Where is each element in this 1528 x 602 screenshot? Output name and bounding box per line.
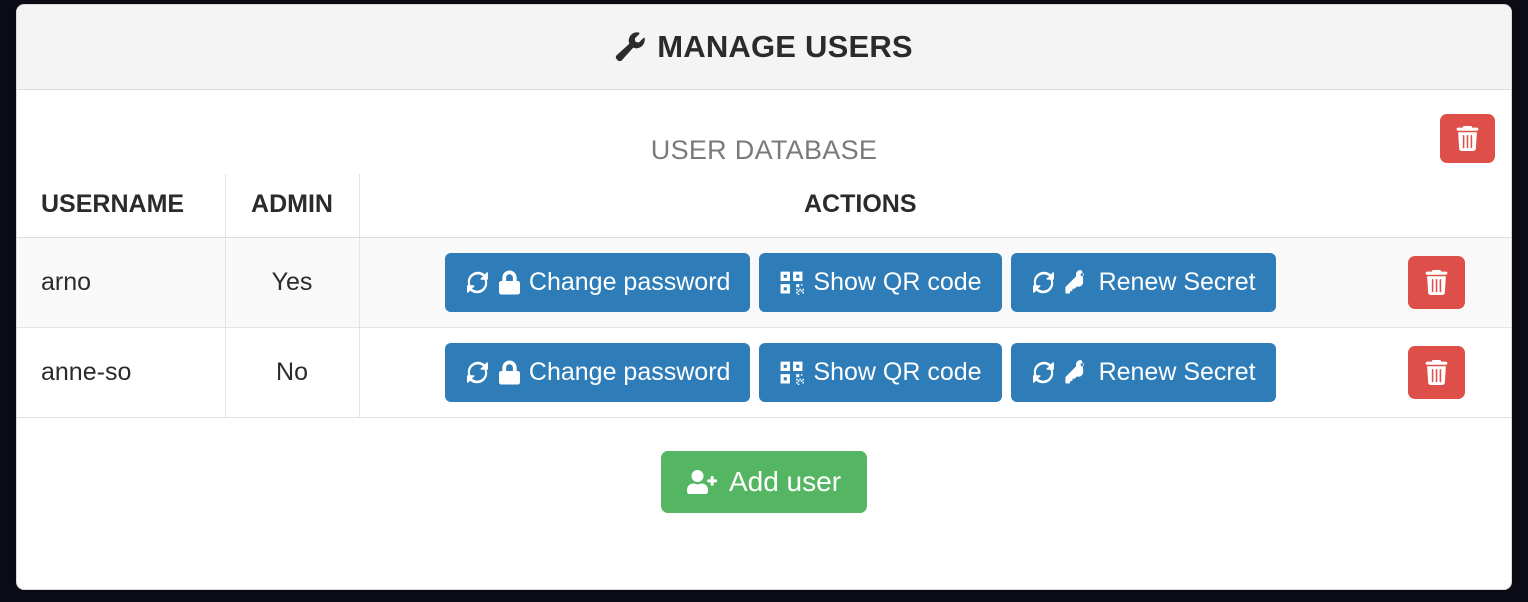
- column-header-actions: ACTIONS: [359, 174, 1361, 238]
- column-header-admin: ADMIN: [225, 174, 360, 238]
- actions-group: Change password Show QR code Renew Secre…: [366, 253, 1356, 312]
- cell-username: arno: [17, 237, 226, 328]
- button-label: Change password: [528, 358, 731, 386]
- button-label: Change password: [528, 268, 731, 296]
- cell-username: anne-so: [17, 327, 226, 418]
- show-qr-code-button[interactable]: Show QR code: [759, 253, 1002, 312]
- actions-group: Change password Show QR code Renew Secre…: [366, 343, 1356, 402]
- cell-admin: Yes: [225, 237, 360, 328]
- cell-delete: [1361, 237, 1511, 328]
- user-plus-icon: [686, 468, 717, 496]
- page-title: MANAGE USERS: [615, 29, 913, 65]
- column-header-delete: [1361, 174, 1511, 238]
- table-head: USERNAME ADMIN ACTIONS: [17, 174, 1511, 238]
- table-body: arno Yes Change password Show QR code Re…: [17, 237, 1511, 418]
- user-table-wrapper: USERNAME ADMIN ACTIONS arno Yes Change p…: [17, 174, 1511, 418]
- panel-title-text: MANAGE USERS: [657, 29, 913, 64]
- renew-secret-button[interactable]: Renew Secret: [1010, 343, 1276, 402]
- cell-actions: Change password Show QR code Renew Secre…: [359, 237, 1361, 328]
- manage-users-panel: MANAGE USERS USER DATABASE USERNAME ADMI…: [16, 4, 1512, 590]
- cell-actions: Change password Show QR code Renew Secre…: [359, 327, 1361, 418]
- key-icon: [1064, 360, 1090, 385]
- table-header-row: USERNAME ADMIN ACTIONS: [17, 174, 1511, 238]
- add-user-button[interactable]: Add user: [660, 451, 868, 513]
- panel-body: USER DATABASE USERNAME ADMIN ACTIONS arn…: [17, 90, 1511, 553]
- refresh-icon: [465, 270, 490, 295]
- button-label: Show QR code: [813, 358, 982, 386]
- column-header-username: USERNAME: [17, 174, 226, 238]
- button-label: Renew Secret: [1098, 358, 1256, 386]
- refresh-icon: [1031, 270, 1056, 295]
- table-row: anne-so No Change password Show QR code …: [17, 327, 1511, 418]
- delete-user-button[interactable]: [1407, 346, 1465, 399]
- wrench-icon: [615, 32, 646, 62]
- lock-icon: [498, 270, 520, 295]
- refresh-icon: [1031, 360, 1056, 385]
- delete-user-button[interactable]: [1407, 256, 1465, 309]
- cell-admin: No: [225, 327, 360, 418]
- delete-database-button[interactable]: [1440, 114, 1495, 163]
- user-database-table: USERNAME ADMIN ACTIONS arno Yes Change p…: [17, 174, 1511, 418]
- renew-secret-button[interactable]: Renew Secret: [1010, 253, 1276, 312]
- trash-icon: [1424, 270, 1449, 295]
- change-password-button[interactable]: Change password: [444, 343, 751, 402]
- key-icon: [1064, 270, 1090, 295]
- cell-delete: [1361, 327, 1511, 418]
- lock-icon: [498, 360, 520, 385]
- change-password-button[interactable]: Change password: [444, 253, 751, 312]
- show-qr-code-button[interactable]: Show QR code: [759, 343, 1002, 402]
- trash-icon: [1424, 360, 1449, 385]
- table-row: arno Yes Change password Show QR code Re…: [17, 237, 1511, 328]
- qrcode-icon: [779, 360, 805, 385]
- qrcode-icon: [779, 270, 805, 295]
- panel-header: MANAGE USERS: [17, 5, 1511, 90]
- add-user-area: Add user: [17, 418, 1511, 553]
- button-label: Renew Secret: [1098, 268, 1256, 296]
- button-label: Show QR code: [813, 268, 982, 296]
- refresh-icon: [465, 360, 490, 385]
- trash-icon: [1455, 126, 1480, 151]
- add-user-label: Add user: [728, 466, 842, 497]
- user-database-caption: USER DATABASE: [650, 135, 878, 165]
